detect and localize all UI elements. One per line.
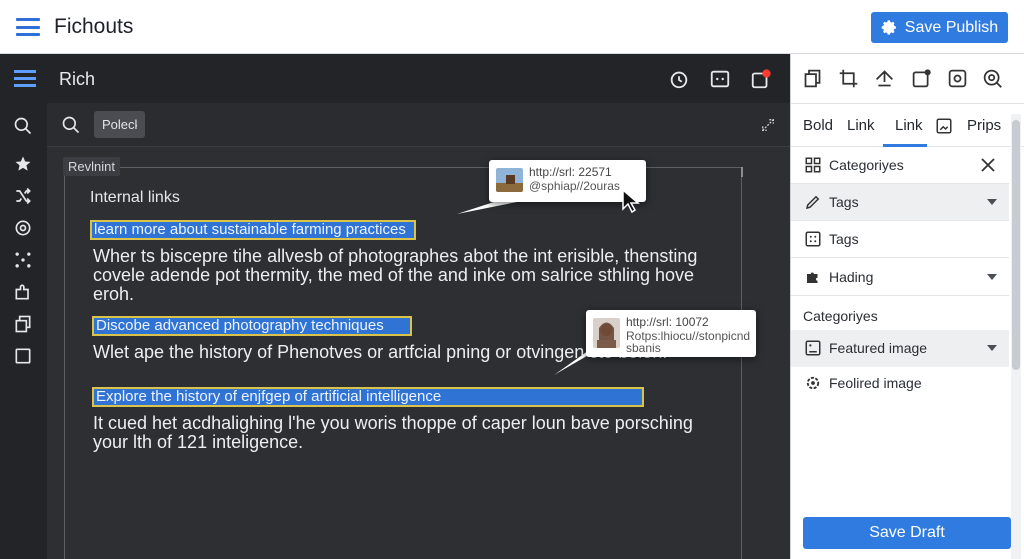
plugin-icon[interactable] xyxy=(13,282,33,302)
gear-icon xyxy=(881,20,896,35)
app-title: Fichouts xyxy=(54,15,134,38)
settings-panel: Bold Link Link Prips Categoriyes Tags Ta… xyxy=(790,54,1024,559)
landscape-thumbnail-icon xyxy=(496,168,523,192)
paragraph-3-line-1: It cued het acdhalighing l'he you woris … xyxy=(93,413,693,433)
link-highlight-2[interactable]: Discobe advanced photography techniques xyxy=(92,316,412,336)
gear-icon xyxy=(806,376,820,390)
section-title: Internal links xyxy=(90,189,180,206)
panel-scrollbar[interactable] xyxy=(1011,114,1021,559)
panel-row-tags-2[interactable]: Tags xyxy=(791,221,1009,258)
puzzle-icon xyxy=(807,272,818,283)
pencil-icon xyxy=(805,195,820,210)
document-title: Rich xyxy=(59,69,96,89)
search-row xyxy=(47,103,790,147)
tooltip-1-subtitle: @sphiap//2ouras xyxy=(529,179,620,193)
save-draft-button[interactable]: Save Draft xyxy=(803,517,1011,549)
chevron-down-icon[interactable] xyxy=(987,274,997,280)
tooltip-2-url: http://srl: 10072 xyxy=(626,315,709,329)
panel-toolbar xyxy=(791,54,1024,104)
panel-tabs: Bold Link Link Prips xyxy=(791,104,1024,147)
link-highlight-1[interactable]: learn more about sustainable farming pra… xyxy=(90,220,416,240)
row-label: Featured image xyxy=(829,340,928,356)
chevron-down-icon[interactable] xyxy=(987,199,997,205)
notification-icon[interactable] xyxy=(750,68,772,90)
timer-icon[interactable] xyxy=(668,68,690,90)
row-label: Categoriyes xyxy=(829,157,904,173)
shuffle-icon[interactable] xyxy=(13,186,33,206)
link-preview-tooltip-2[interactable]: http://srl: 10072 Rotps:lhiocu//stonpicn… xyxy=(586,310,756,357)
search-icon[interactable] xyxy=(13,116,33,136)
image-tab-icon[interactable] xyxy=(935,117,953,135)
square-icon[interactable] xyxy=(13,346,33,366)
star-icon[interactable] xyxy=(13,154,33,174)
image-icon xyxy=(805,340,821,356)
notification-icon[interactable] xyxy=(911,68,932,89)
tab-prips[interactable]: Prips xyxy=(967,117,1001,134)
block-tag-label: Revlnint xyxy=(63,157,120,176)
tooltip-1-url: http://srl: 22571 xyxy=(529,165,612,179)
left-toolbar xyxy=(0,103,47,559)
search-input[interactable] xyxy=(94,111,145,138)
expand-icon[interactable] xyxy=(760,117,776,133)
mouse-cursor-icon xyxy=(622,188,641,214)
tab-bold[interactable]: Bold xyxy=(803,117,833,134)
target-icon[interactable] xyxy=(13,218,33,238)
save-publish-button[interactable]: Save Publish xyxy=(871,12,1008,43)
scatter-icon[interactable] xyxy=(13,250,33,270)
search-icon[interactable] xyxy=(982,68,1003,89)
tag-grid-icon xyxy=(805,231,821,247)
menu-icon[interactable] xyxy=(16,18,40,36)
panel-row-categories[interactable]: Categoriyes xyxy=(791,147,1009,184)
editor-canvas[interactable]: Revlnint Internal links learn more about… xyxy=(47,103,790,559)
embed-icon[interactable] xyxy=(709,68,731,90)
row-label: Hading xyxy=(829,269,874,285)
paragraph-1-line-3: eroh. xyxy=(93,284,135,304)
frame-resize-handle[interactable] xyxy=(734,167,743,177)
record-icon[interactable] xyxy=(947,68,968,89)
paragraph-1-line-2: covele adende pot thermity, the med of t… xyxy=(93,265,695,285)
save-publish-label: Save Publish xyxy=(904,18,999,36)
row-label: Tags xyxy=(829,231,859,247)
copy-icon[interactable] xyxy=(13,314,33,334)
chevron-down-icon[interactable] xyxy=(987,345,997,351)
close-icon[interactable] xyxy=(981,158,995,172)
panel-row-tags[interactable]: Tags xyxy=(791,184,1009,221)
person-thumbnail-icon xyxy=(593,318,620,348)
app-bar: Fichouts Save Publish xyxy=(0,0,1024,54)
panel-row-featured-image[interactable]: Featured image xyxy=(791,330,1009,367)
crop-icon[interactable] xyxy=(838,68,859,89)
tooltip-2-subtitle-2: sbanis xyxy=(626,341,661,355)
grid-icon xyxy=(805,157,821,173)
paragraph-1-line-1: Wher ts biscepre tihe allvesb of photogr… xyxy=(93,246,698,266)
panel-row-heading[interactable]: Hading xyxy=(791,259,1009,296)
paragraph-3-line-2: your lth of 121 inteligence. xyxy=(93,432,304,452)
editor-menu-icon[interactable] xyxy=(14,70,36,87)
row-label: Feolired image xyxy=(829,375,922,391)
panel-row-feolired-image[interactable]: Feolired image xyxy=(791,365,1009,402)
editor-header: Rich xyxy=(0,54,790,103)
tab-link-active[interactable]: Link xyxy=(895,117,923,134)
copy-icon[interactable] xyxy=(802,68,823,89)
tab-link[interactable]: Link xyxy=(847,117,875,134)
row-label: Tags xyxy=(829,194,859,210)
search-icon[interactable] xyxy=(61,115,81,135)
link-highlight-3[interactable]: Explore the history of enjfgep of artifi… xyxy=(92,387,644,407)
panel-section-categories: Categoriyes xyxy=(803,308,878,324)
share-icon[interactable] xyxy=(874,68,895,89)
scrollbar-thumb[interactable] xyxy=(1012,120,1020,370)
